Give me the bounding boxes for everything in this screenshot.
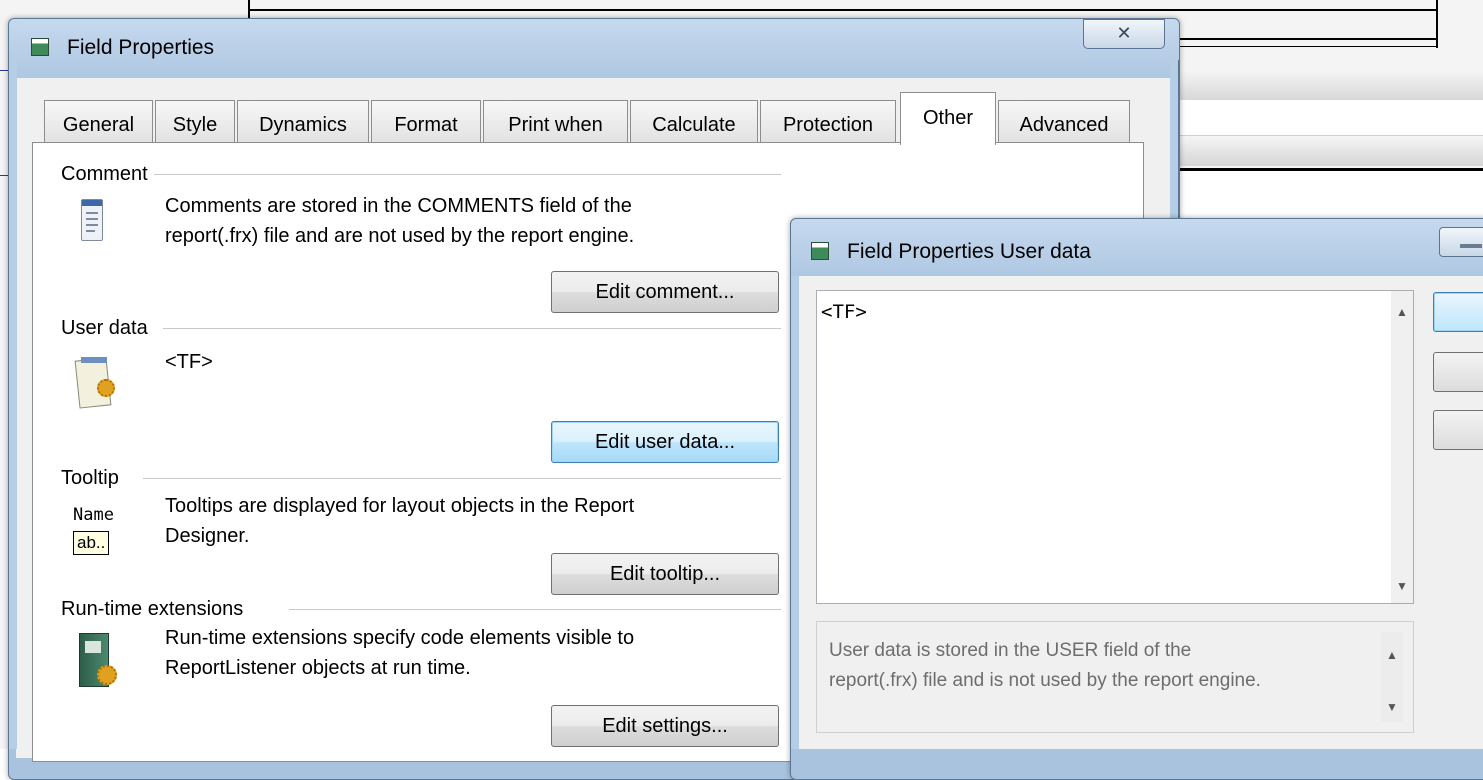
description-line: Comments are stored in the COMMENTS fiel… xyxy=(165,195,632,217)
tab-label: Print when xyxy=(508,114,603,136)
designer-line xyxy=(1178,38,1438,40)
tab-calculate[interactable]: Calculate xyxy=(630,100,758,144)
tooltip-icon-name: Name xyxy=(73,505,114,525)
tooltip-section-label: Tooltip xyxy=(61,467,125,490)
runtime-extensions-section-label: Run-time extensions xyxy=(61,598,250,621)
tab-advanced[interactable]: Advanced xyxy=(998,100,1130,144)
edit-tooltip-button[interactable]: Edit tooltip... xyxy=(551,553,779,595)
user-data-client-area: <TF> ▲ ▼ User data is stored in the USER… xyxy=(798,276,1483,749)
tab-label: Calculate xyxy=(652,114,736,136)
tab-format[interactable]: Format xyxy=(371,100,481,144)
clear-button[interactable] xyxy=(1433,410,1483,450)
form-icon xyxy=(31,38,49,56)
info-scrollbar[interactable]: ▲ ▼ xyxy=(1381,632,1403,722)
scroll-up-icon[interactable]: ▲ xyxy=(1396,305,1408,319)
tab-print-when[interactable]: Print when xyxy=(483,100,628,144)
user-data-editor[interactable]: <TF> ▲ ▼ xyxy=(816,290,1414,604)
section-rule xyxy=(143,478,781,479)
tab-general[interactable]: General xyxy=(44,100,153,144)
tab-label: Dynamics xyxy=(259,114,347,136)
description-line: Tooltips are displayed for layout object… xyxy=(165,495,635,517)
tab-other[interactable]: Other xyxy=(900,92,996,145)
section-rule xyxy=(153,174,781,175)
user-data-left-frame xyxy=(790,276,799,749)
user-data-info-box: User data is stored in the USER field of… xyxy=(816,621,1414,733)
tab-label: Advanced xyxy=(1019,114,1109,136)
description-line: ReportListener objects at run time. xyxy=(165,657,471,679)
edit-user-data-button[interactable]: Edit user data... xyxy=(551,421,779,463)
edit-comment-button[interactable]: Edit comment... xyxy=(551,271,779,313)
ok-button[interactable] xyxy=(1433,292,1483,332)
section-rule xyxy=(289,609,781,610)
close-button[interactable]: ✕ xyxy=(1083,19,1165,49)
user-data-section-label: User data xyxy=(61,317,154,340)
tab-dynamics[interactable]: Dynamics xyxy=(237,100,369,144)
user-data-editor-text: <TF> xyxy=(821,301,867,323)
tab-label: General xyxy=(62,114,135,136)
cancel-button[interactable] xyxy=(1433,352,1483,392)
info-line: report(.frx) file and is not used by the… xyxy=(829,670,1261,691)
user-data-title-bar[interactable]: Field Properties User data xyxy=(791,219,1483,279)
designer-marker xyxy=(0,70,8,71)
tab-label: Format xyxy=(394,114,458,136)
designer-band xyxy=(1170,70,1483,100)
tab-label: Protection xyxy=(782,114,874,136)
designer-line xyxy=(1436,0,1438,48)
dialog-title: Field Properties xyxy=(67,36,215,59)
title-bar[interactable]: Field Properties ✕ xyxy=(9,19,1179,79)
tab-protection[interactable]: Protection xyxy=(760,100,896,144)
edit-settings-button[interactable]: Edit settings... xyxy=(551,705,779,747)
tab-style[interactable]: Style xyxy=(155,100,235,144)
section-rule xyxy=(163,328,781,329)
notepad-icon xyxy=(81,199,103,241)
user-data-value: <TF> xyxy=(165,351,213,373)
tab-label: Style xyxy=(172,114,218,136)
form-icon xyxy=(811,242,829,260)
close-icon: ✕ xyxy=(1116,23,1132,43)
scroll-down-icon[interactable]: ▼ xyxy=(1386,700,1398,714)
description-line: Run-time extensions specify code element… xyxy=(165,627,635,649)
comment-description: Comments are stored in the COMMENTS fiel… xyxy=(165,191,634,251)
scroll-up-icon[interactable]: ▲ xyxy=(1386,648,1398,662)
designer-band xyxy=(1170,136,1483,166)
user-data-dialog-title: Field Properties User data xyxy=(847,240,1091,263)
book-gear-icon xyxy=(77,633,121,693)
minimize-icon xyxy=(1460,244,1482,248)
notepad-gear-icon xyxy=(74,353,117,409)
description-line: Designer. xyxy=(165,525,250,547)
tooltip-icon: Name ab.. xyxy=(73,505,143,561)
designer-band xyxy=(1170,100,1483,136)
description-line: report(.frx) file and are not used by th… xyxy=(165,225,635,247)
minimize-button[interactable] xyxy=(1439,227,1483,257)
dialog-left-frame xyxy=(8,60,17,749)
designer-line xyxy=(248,9,1438,11)
tab-label: Other xyxy=(922,107,974,129)
tooltip-description: Tooltips are displayed for layout object… xyxy=(165,491,634,551)
comment-section-label: Comment xyxy=(61,163,154,186)
editor-scrollbar[interactable]: ▲ ▼ xyxy=(1391,291,1413,603)
designer-line xyxy=(1178,46,1438,47)
info-line: User data is stored in the USER field of… xyxy=(829,640,1192,661)
tooltip-icon-box: ab.. xyxy=(73,531,110,555)
runtime-extensions-description: Run-time extensions specify code element… xyxy=(165,623,634,683)
tab-strip: General Style Dynamics Format Print when… xyxy=(16,92,1172,145)
designer-marker xyxy=(0,175,8,176)
user-data-info-text: User data is stored in the USER field of… xyxy=(829,636,1261,696)
scroll-down-icon[interactable]: ▼ xyxy=(1396,579,1408,593)
